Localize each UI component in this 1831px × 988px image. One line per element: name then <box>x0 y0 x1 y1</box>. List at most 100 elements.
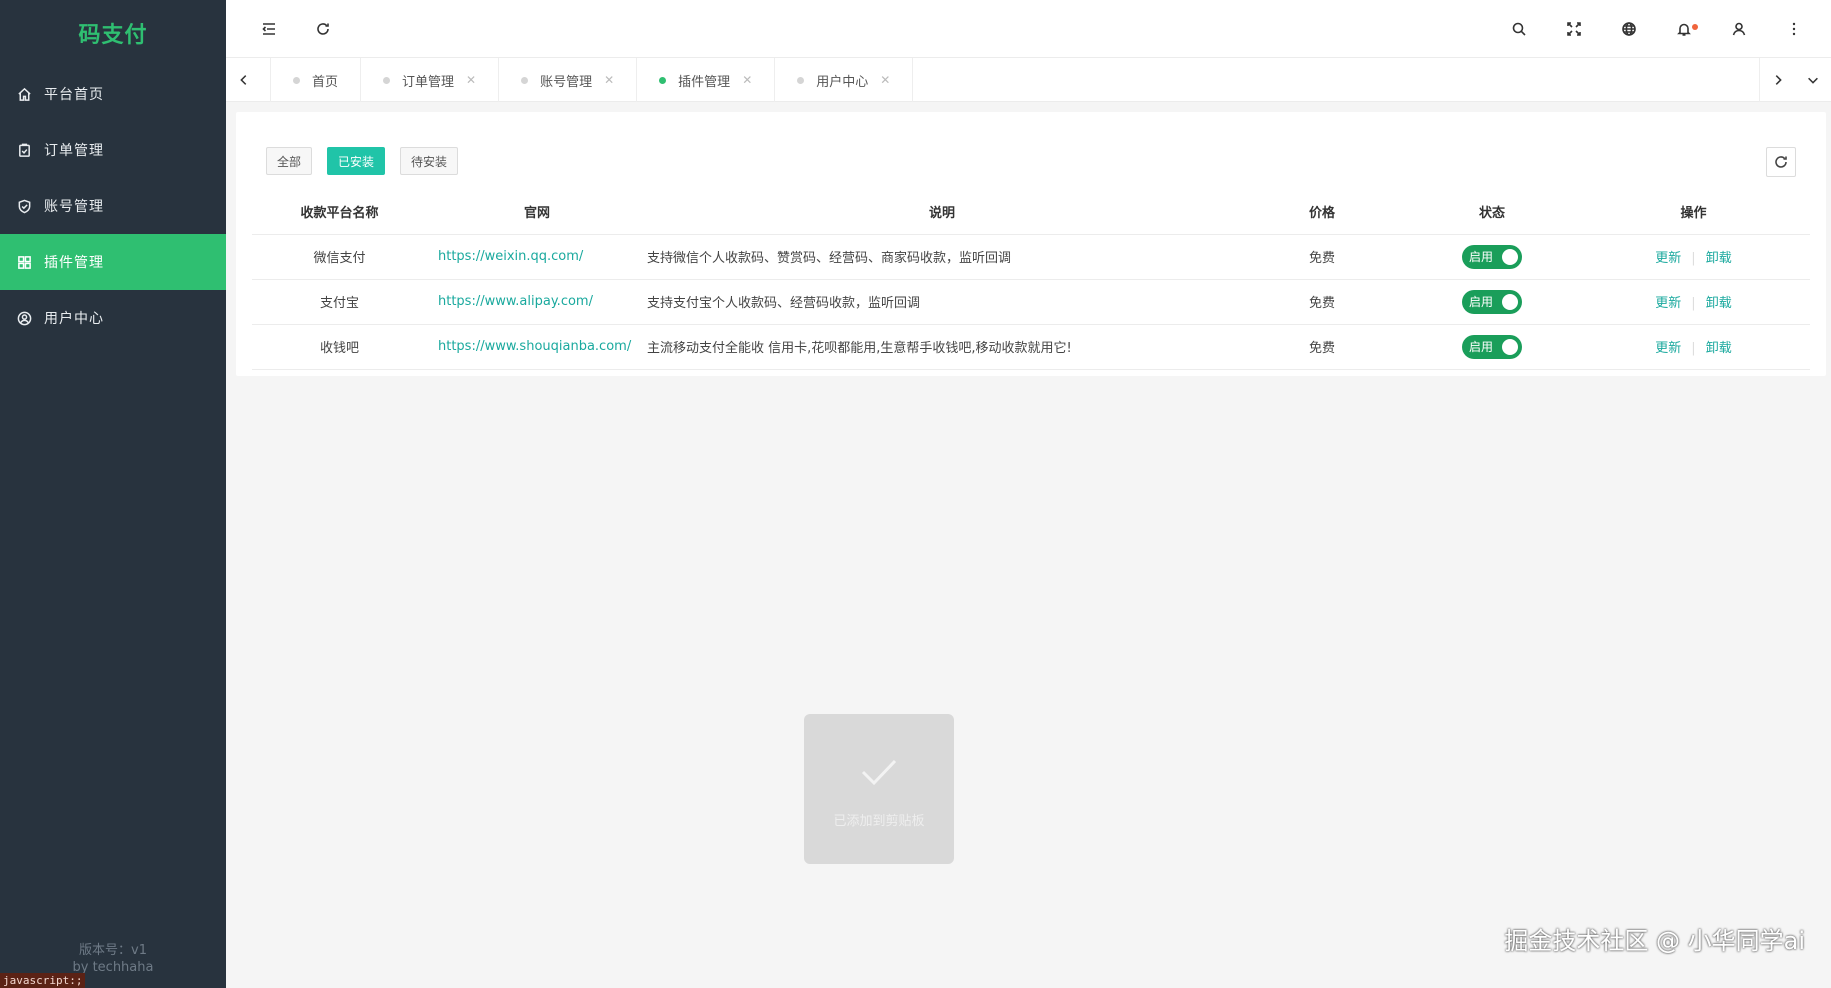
divider: | <box>1691 296 1696 311</box>
uninstall-link[interactable]: 卸载 <box>1706 251 1732 266</box>
close-icon[interactable]: ✕ <box>466 73 476 87</box>
order-icon <box>16 142 32 158</box>
tab-accounts[interactable]: 账号管理 ✕ <box>499 58 638 102</box>
refresh-icon <box>1775 156 1787 168</box>
col-header-desc: 说明 <box>647 190 1237 235</box>
tab-label: 插件管理 <box>678 74 731 90</box>
plugin-url-link[interactable]: https://weixin.qq.com/ <box>438 249 583 264</box>
bell-icon[interactable] <box>1672 17 1698 41</box>
divider: | <box>1691 251 1696 266</box>
status-bar-link: javascript:; <box>0 973 86 988</box>
sidebar-item-label: 用户中心 <box>44 311 104 327</box>
plugin-name: 支付宝 <box>252 279 427 325</box>
toggle-label: 启用 <box>1469 340 1494 354</box>
filter-installed-button[interactable]: 已安装 <box>327 147 386 175</box>
app-logo: 码支付 <box>78 23 148 48</box>
status-toggle[interactable]: 启用 <box>1462 289 1522 314</box>
sidebar-item-label: 订单管理 <box>44 143 104 159</box>
sidebar-item-label: 插件管理 <box>44 255 104 271</box>
filter-all-button[interactable]: 全部 <box>266 147 313 175</box>
tab-label: 订单管理 <box>402 74 455 90</box>
user-icon[interactable] <box>1727 17 1751 41</box>
plugin-price: 免费 <box>1237 234 1407 280</box>
user-circle-icon <box>16 310 32 326</box>
sidebar-item-orders[interactable]: 订单管理 <box>0 122 226 178</box>
search-icon[interactable] <box>1507 17 1531 41</box>
divider: | <box>1691 341 1696 356</box>
toggle-knob <box>1502 293 1518 310</box>
table-row: 收钱吧 https://www.shouqianba.com/ 主流移动支付全能… <box>252 324 1810 370</box>
tab-plugins[interactable]: 插件管理 ✕ <box>637 58 776 102</box>
plugin-name: 微信支付 <box>252 234 427 280</box>
chevron-down-icon[interactable] <box>1795 58 1831 102</box>
sidebar-item-accounts[interactable]: 账号管理 <box>0 178 226 234</box>
fullscreen-icon[interactable] <box>1562 17 1586 41</box>
version-info: 版本号：v1 by techhaha <box>0 942 226 976</box>
table-header-row: 收款平台名称 官网 说明 价格 状态 操作 <box>252 190 1810 235</box>
toast-text: 已添加到剪贴板 <box>833 814 925 829</box>
menu-fold-icon[interactable] <box>257 17 281 41</box>
update-link[interactable]: 更新 <box>1655 251 1681 266</box>
clipboard-toast: 已添加到剪贴板 <box>804 714 954 864</box>
plugin-card: 全部 已安装 待安装 收款平台名称 官网 说明 价格 状态 操作 微信支付 ht… <box>236 112 1826 376</box>
tab-scroll-left-icon[interactable] <box>226 58 262 102</box>
tab-home[interactable]: 首页 <box>270 58 362 102</box>
close-icon[interactable]: ✕ <box>880 73 890 87</box>
status-toggle[interactable]: 启用 <box>1462 244 1522 269</box>
filter-group: 全部 已安装 待安装 <box>266 147 459 175</box>
globe-icon[interactable] <box>1617 17 1641 41</box>
col-header-name: 收款平台名称 <box>252 190 427 235</box>
uninstall-link[interactable]: 卸载 <box>1706 296 1732 311</box>
plugin-desc: 支持微信个人收款码、赞赏码、经营码、商家码收款，监听回调 <box>647 234 1237 280</box>
refresh-icon[interactable] <box>311 17 335 41</box>
tab-list: 首页 订单管理 ✕ 账号管理 ✕ 插件管理 ✕ 用户中心 ✕ <box>270 58 914 102</box>
plugin-table: 收款平台名称 官网 说明 价格 状态 操作 微信支付 https://weixi… <box>252 190 1810 370</box>
sidebar-item-label: 平台首页 <box>44 87 104 103</box>
sidebar-item-label: 账号管理 <box>44 199 104 215</box>
col-header-state: 状态 <box>1407 190 1577 235</box>
grid-icon <box>16 254 32 270</box>
tab-dot <box>521 76 529 84</box>
toggle-knob <box>1502 338 1518 355</box>
plugin-url-link[interactable]: https://www.shouqianba.com/ <box>438 339 631 354</box>
filter-pending-button[interactable]: 待安装 <box>400 147 459 175</box>
update-link[interactable]: 更新 <box>1655 341 1681 356</box>
toggle-knob <box>1502 248 1518 265</box>
tab-label: 用户中心 <box>816 74 869 90</box>
tab-orders[interactable]: 订单管理 ✕ <box>361 58 500 102</box>
sidebar-item-user-center[interactable]: 用户中心 <box>0 290 226 346</box>
status-toggle[interactable]: 启用 <box>1462 334 1522 359</box>
tab-user-center[interactable]: 用户中心 ✕ <box>775 58 914 102</box>
tab-dot <box>293 76 300 84</box>
col-header-url: 官网 <box>427 190 647 235</box>
tab-bar: 首页 订单管理 ✕ 账号管理 ✕ 插件管理 ✕ 用户中心 ✕ <box>226 58 1831 102</box>
sidebar-item-home[interactable]: 平台首页 <box>0 66 226 122</box>
close-icon[interactable]: ✕ <box>742 73 752 87</box>
plugin-desc: 支持支付宝个人收款码、经营码收款，监听回调 <box>647 279 1237 325</box>
plugin-url-link[interactable]: https://www.alipay.com/ <box>438 294 593 309</box>
tab-scroll-right-icon[interactable] <box>1759 58 1795 102</box>
col-header-price: 价格 <box>1237 190 1407 235</box>
toggle-label: 启用 <box>1469 250 1494 264</box>
watermark: 掘金技术社区 @ 小华同学ai <box>1504 927 1805 955</box>
plugin-desc: 主流移动支付全能收 信用卡,花呗都能用,生意帮手收钱吧,移动收款就用它! <box>647 324 1237 370</box>
check-icon <box>861 759 897 786</box>
more-icon[interactable] <box>1782 17 1806 41</box>
tab-label: 账号管理 <box>540 74 593 90</box>
plugin-name: 收钱吧 <box>252 324 427 370</box>
sidebar-item-plugins[interactable]: 插件管理 <box>0 234 226 290</box>
home-icon <box>16 86 32 102</box>
table-refresh-button[interactable] <box>1766 147 1796 177</box>
tab-dot <box>797 76 805 84</box>
toggle-label: 启用 <box>1469 295 1494 309</box>
table-row: 支付宝 https://www.alipay.com/ 支持支付宝个人收款码、经… <box>252 279 1810 325</box>
top-header <box>226 0 1831 58</box>
tab-dot <box>383 76 391 84</box>
uninstall-link[interactable]: 卸载 <box>1706 341 1732 356</box>
plugin-price: 免费 <box>1237 279 1407 325</box>
col-header-op: 操作 <box>1577 190 1810 235</box>
sidebar: 码支付 平台首页 订单管理 账号管理 插件管理 用户中心 版本号：v1 by t… <box>0 0 226 988</box>
close-icon[interactable]: ✕ <box>604 73 614 87</box>
update-link[interactable]: 更新 <box>1655 296 1681 311</box>
notification-dot <box>1692 24 1698 30</box>
